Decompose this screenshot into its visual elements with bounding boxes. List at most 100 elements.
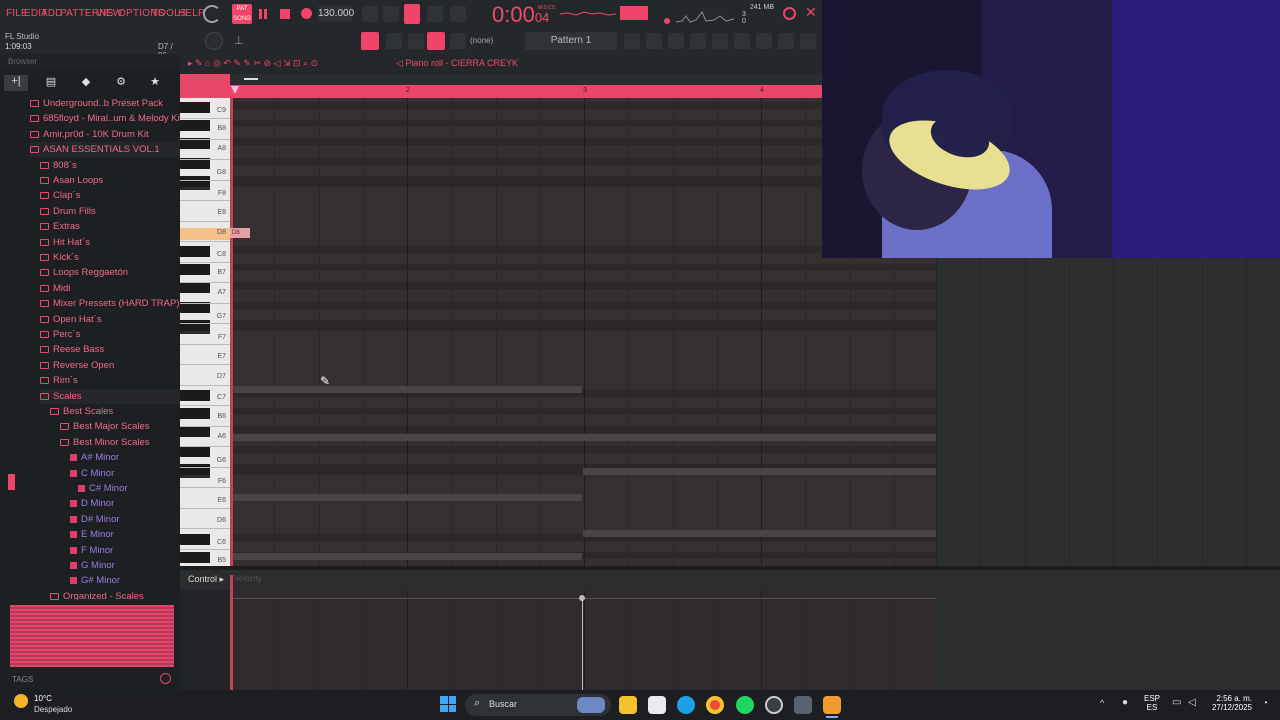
- velocity-bar[interactable]: [582, 598, 583, 690]
- browser-folder[interactable]: Clap´s: [40, 188, 80, 203]
- black-key[interactable]: [180, 102, 210, 113]
- browser-file[interactable]: A# Minor: [70, 450, 119, 465]
- tools-icons[interactable]: ▸ ✎ ⌂ ◎ ↶ ✎ ✎ ✂ ⊘ ◁ ⇲ ⊡ ⌕ ⊙: [188, 58, 318, 69]
- weather-icon[interactable]: [14, 694, 28, 708]
- browser-folder[interactable]: Reese Bass: [40, 342, 104, 357]
- tab-settings[interactable]: ⚙: [109, 75, 133, 91]
- notification-icon[interactable]: ◔: [1262, 698, 1268, 709]
- file-explorer-icon[interactable]: [619, 696, 637, 714]
- link-icon[interactable]: [427, 32, 445, 50]
- scroll-thumb[interactable]: [244, 78, 258, 80]
- tab-favorites[interactable]: ★: [143, 75, 167, 91]
- browser-folder[interactable]: Rim´s: [40, 373, 78, 388]
- browser-file[interactable]: C Minor: [70, 466, 114, 481]
- browser-file[interactable]: F Minor: [70, 543, 113, 558]
- black-key[interactable]: [180, 534, 210, 545]
- black-key[interactable]: [180, 446, 210, 457]
- black-key[interactable]: [180, 120, 210, 131]
- note[interactable]: D8: [230, 228, 250, 238]
- chrome-icon[interactable]: [706, 696, 724, 714]
- browser-folder[interactable]: Drum Fills: [40, 204, 96, 219]
- browser-pack[interactable]: Underground..b Preset Pack: [30, 96, 163, 111]
- playhead-marker[interactable]: [231, 86, 239, 94]
- browser-file[interactable]: G Minor: [70, 558, 115, 573]
- control-selector[interactable]: Control ▸: [188, 574, 224, 585]
- language-indicator[interactable]: ESP ES: [1144, 694, 1160, 712]
- black-key[interactable]: [180, 264, 210, 275]
- wait-icon[interactable]: [383, 6, 399, 22]
- metronome-icon[interactable]: [362, 6, 378, 22]
- timeline-ruler[interactable]: 2 3 4: [230, 85, 822, 98]
- piano-roll-icon[interactable]: [690, 33, 706, 49]
- piano-keyboard[interactable]: C9B8A8G8F#8F8E8D8C8B7A7G7F#7F7E7D7C7B6A6…: [180, 98, 230, 566]
- browser-folder[interactable]: Organized - Scales: [50, 589, 144, 600]
- tempo-display[interactable]: 130.000: [318, 6, 354, 22]
- pitch-icon[interactable]: ⊥: [234, 34, 244, 47]
- browser-file[interactable]: E Minor: [70, 527, 114, 542]
- browser-file[interactable]: G# Minor: [70, 573, 120, 588]
- browser-folder[interactable]: Best Minor Scales: [60, 435, 150, 450]
- browser-folder[interactable]: Best Major Scales: [60, 419, 150, 434]
- mixer-icon[interactable]: [668, 33, 684, 49]
- browser-folder[interactable]: Kick´s: [40, 250, 79, 265]
- browser-folder[interactable]: Open Hat´s: [40, 312, 102, 327]
- volume-icon[interactable]: ◁: [1188, 697, 1196, 708]
- tempo-icon[interactable]: [756, 33, 772, 49]
- close-icon[interactable]: ✕: [805, 4, 817, 21]
- browser-folder[interactable]: Scales: [40, 388, 182, 404]
- clock[interactable]: 2:56 a. m. 27/12/2025: [1206, 694, 1252, 712]
- pattern-selector[interactable]: Pattern 1: [525, 32, 617, 50]
- velocity-handle[interactable]: [579, 595, 585, 601]
- magnet-icon[interactable]: [778, 33, 794, 49]
- playlist-icon[interactable]: [361, 32, 379, 50]
- network-icon[interactable]: ▭: [1172, 697, 1181, 708]
- browser-folder[interactable]: Extras: [40, 219, 80, 234]
- browser-folder[interactable]: Reverse Open: [40, 358, 114, 373]
- countdown-icon[interactable]: [404, 4, 420, 24]
- pat-song-toggle[interactable]: PAT SONG: [232, 4, 252, 24]
- black-key[interactable]: [180, 408, 210, 419]
- black-key[interactable]: [180, 246, 210, 257]
- browser-folder[interactable]: Mixer Pressets (HARD TRAP): [40, 296, 180, 311]
- black-key[interactable]: [180, 302, 210, 313]
- stamp-icon[interactable]: [450, 33, 466, 49]
- none-label[interactable]: (none): [470, 36, 493, 45]
- browser-folder[interactable]: Midi: [40, 281, 70, 296]
- black-key[interactable]: [180, 426, 210, 437]
- browser-folder[interactable]: Best Scales: [50, 404, 113, 419]
- browser-pack[interactable]: Amir.pr0d - 10K Drum Kit: [30, 127, 149, 142]
- browser-folder[interactable]: 808´s: [40, 158, 77, 173]
- loop-record-icon[interactable]: [450, 6, 466, 22]
- browser-pack[interactable]: ASAN ESSENTIALS VOL.1: [30, 142, 182, 158]
- tab-current-project[interactable]: ▤: [39, 75, 63, 91]
- stop-button[interactable]: [280, 9, 290, 19]
- settings-gear-icon[interactable]: [794, 696, 812, 714]
- velocity-lane[interactable]: [230, 590, 936, 690]
- browser-pack[interactable]: 685floyd - Miral..um & Melody Kit]: [30, 111, 182, 126]
- tag-search-icon[interactable]: [160, 673, 171, 684]
- app-icon[interactable]: [765, 696, 783, 714]
- store-icon[interactable]: [648, 696, 666, 714]
- browser-folder[interactable]: Loops Reggaetón: [40, 265, 128, 280]
- spotify-icon[interactable]: [736, 696, 754, 714]
- mic-icon[interactable]: ●: [1122, 697, 1128, 708]
- menu-help[interactable]: HELP: [178, 8, 205, 19]
- black-key[interactable]: [180, 320, 210, 331]
- browser-file[interactable]: D# Minor: [70, 512, 120, 527]
- browser-folder[interactable]: Hit Hat´s: [40, 235, 90, 250]
- browser-file[interactable]: C# Minor: [78, 481, 128, 496]
- add-pattern-icon[interactable]: [624, 33, 640, 49]
- arrow-right-icon[interactable]: [386, 33, 402, 49]
- record-button[interactable]: [301, 8, 312, 19]
- browser-icon[interactable]: [712, 33, 728, 49]
- browser-folder[interactable]: Asan Loops: [40, 173, 103, 188]
- main-volume-knob[interactable]: [205, 32, 223, 50]
- pause-icon[interactable]: [259, 9, 267, 19]
- channel-rack-icon[interactable]: [646, 33, 662, 49]
- black-key[interactable]: [180, 390, 210, 401]
- scroll-marker[interactable]: [8, 474, 15, 490]
- fl-studio-icon[interactable]: [823, 696, 841, 714]
- power-icon[interactable]: [783, 7, 796, 20]
- black-key[interactable]: [180, 138, 210, 149]
- browser-file[interactable]: D Minor: [70, 496, 114, 511]
